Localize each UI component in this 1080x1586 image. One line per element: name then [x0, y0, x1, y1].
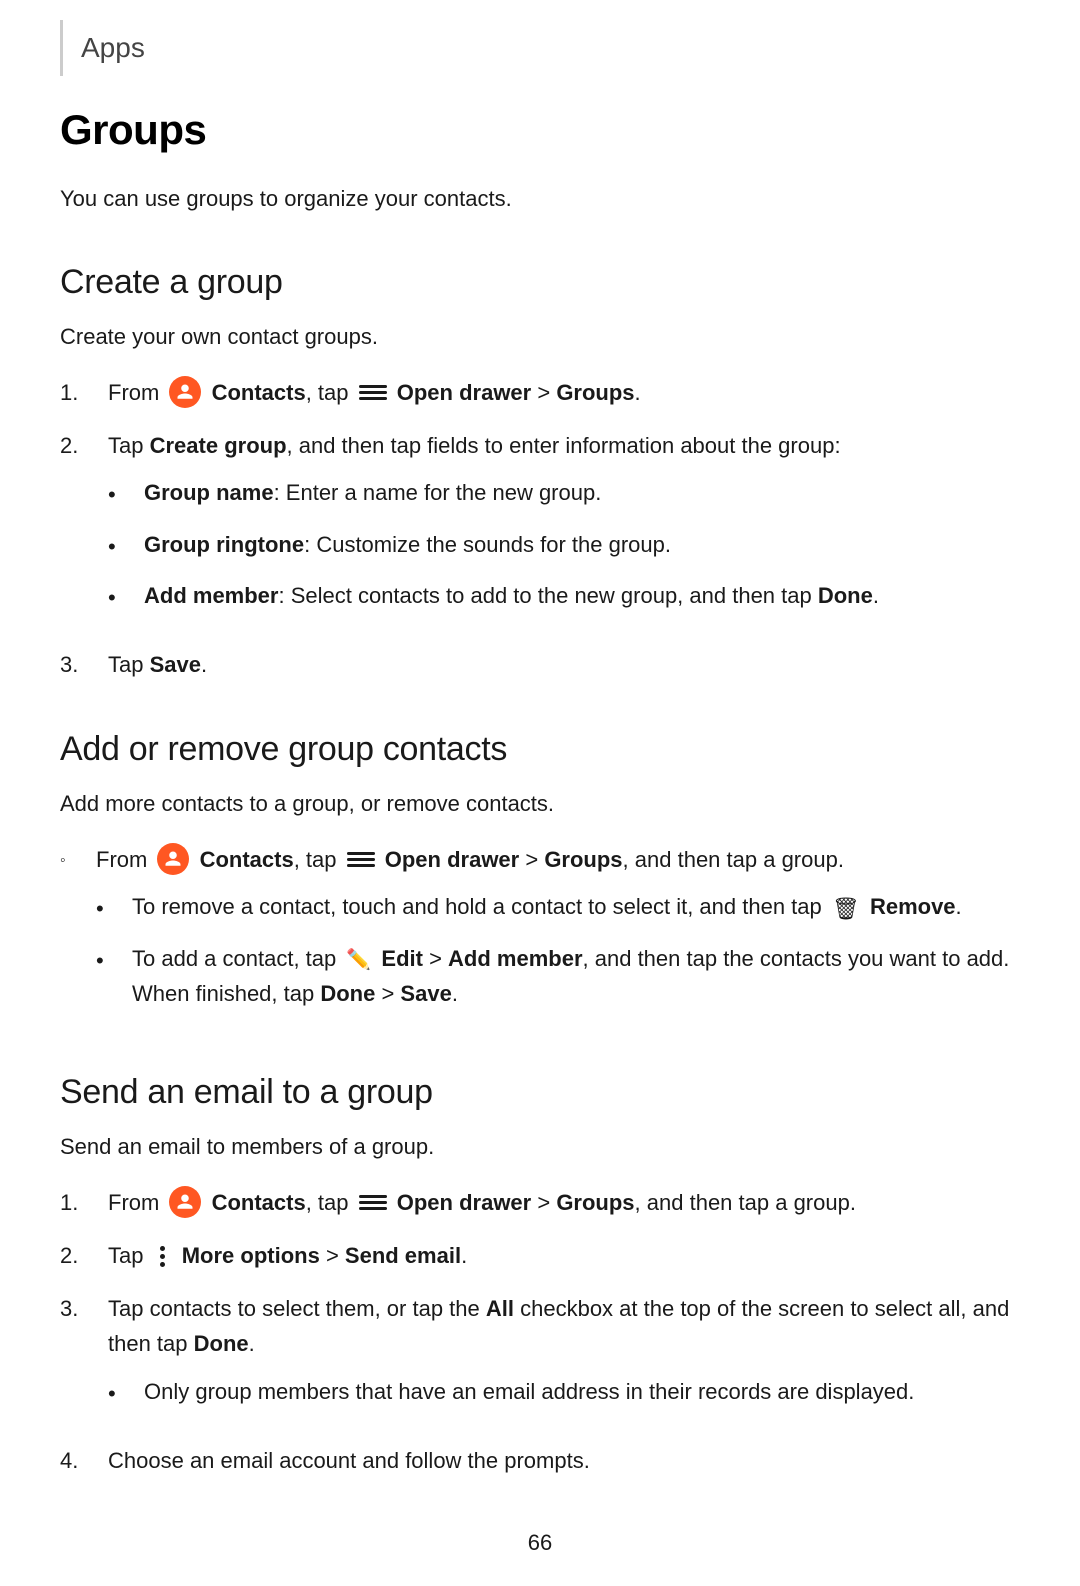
email-step-2: 2. Tap More options > Send email. — [60, 1238, 1020, 1273]
done-label-2: Done — [320, 981, 375, 1006]
open-drawer-label-2: Open drawer — [385, 847, 519, 872]
done-label-3: Done — [194, 1331, 249, 1356]
contacts-label-1: Contacts — [212, 380, 306, 405]
email-step-2-number: 2. — [60, 1238, 108, 1273]
page-container: Apps Groups You can use groups to organi… — [0, 20, 1080, 1586]
section-create-group: Create a group Create your own contact g… — [60, 263, 1020, 682]
circle-content-1: From Contacts, tap Open drawer > Groups,… — [96, 842, 1020, 1025]
email-step-1-content: From Contacts, tap Open drawer > Groups,… — [108, 1185, 1020, 1220]
bullet-content-6: Only group members that have an email ad… — [144, 1374, 1020, 1409]
step-2-content: Tap Create group, and then tap fields to… — [108, 428, 1020, 629]
email-step-4-number: 4. — [60, 1443, 108, 1478]
send-email-steps: 1. From Contacts, tap Open drawer > Gro — [60, 1185, 1020, 1478]
bullet-add-member: • Add member: Select contacts to add to … — [108, 578, 1020, 615]
add-remove-circle-item: ◦ From Contacts, tap Open drawer > Group… — [60, 842, 1020, 1025]
done-label-1: Done — [818, 583, 873, 608]
email-step-2-content: Tap More options > Send email. — [108, 1238, 1020, 1273]
bullet-group-ringtone: • Group ringtone: Customize the sounds f… — [108, 527, 1020, 564]
section-intro-send-email: Send an email to members of a group. — [60, 1130, 1020, 1163]
email-step-3: 3. Tap contacts to select them, or tap t… — [60, 1291, 1020, 1425]
groups-label-2: Groups — [544, 847, 622, 872]
bullet-content-2: Group ringtone: Customize the sounds for… — [144, 527, 1020, 562]
add-member-label-2: Add member — [448, 946, 582, 971]
page-title: Groups — [60, 106, 1020, 154]
step-1: 1. From Contacts, tap Open drawer > Gro — [60, 375, 1020, 410]
groups-label-3: Groups — [556, 1190, 634, 1215]
section-intro-create: Create your own contact groups. — [60, 320, 1020, 353]
section-add-remove: Add or remove group contacts Add more co… — [60, 730, 1020, 1025]
email-step-3-bullets: • Only group members that have an email … — [108, 1374, 1020, 1411]
bullet-content-1: Group name: Enter a name for the new gro… — [144, 475, 1020, 510]
section-heading-create: Create a group — [60, 263, 1020, 302]
bullet-dot-5: • — [96, 941, 132, 978]
save-label-1: Save — [150, 652, 201, 677]
email-step-1-number: 1. — [60, 1185, 108, 1220]
step-1-number: 1. — [60, 375, 108, 410]
circle-dot-1: ◦ — [60, 842, 96, 874]
email-step-3-number: 3. — [60, 1291, 108, 1326]
email-step-1: 1. From Contacts, tap Open drawer > Gro — [60, 1185, 1020, 1220]
section-intro-add-remove: Add more contacts to a group, or remove … — [60, 787, 1020, 820]
contacts-icon-1 — [169, 376, 201, 408]
step-3-number: 3. — [60, 647, 108, 682]
email-step-4: 4. Choose an email account and follow th… — [60, 1443, 1020, 1478]
contacts-label-2: Contacts — [200, 847, 294, 872]
step-2-bullets: • Group name: Enter a name for the new g… — [108, 475, 1020, 615]
step-2: 2. Tap Create group, and then tap fields… — [60, 428, 1020, 629]
open-drawer-label-3: Open drawer — [397, 1190, 531, 1215]
bullet-add-contact: • To add a contact, tap ✏️ Edit > Add me… — [96, 941, 1020, 1011]
bullet-content-5: To add a contact, tap ✏️ Edit > Add memb… — [132, 941, 1020, 1011]
page-number: 66 — [0, 1530, 1080, 1556]
menu-icon-2 — [347, 848, 375, 870]
all-label: All — [486, 1296, 514, 1321]
save-label-2: Save — [400, 981, 451, 1006]
more-options-label: More options — [182, 1243, 320, 1268]
edit-icon: ✏️ — [346, 944, 371, 976]
apps-label: Apps — [81, 32, 145, 63]
section-heading-send-email: Send an email to a group — [60, 1073, 1020, 1112]
create-group-steps: 1. From Contacts, tap Open drawer > Gro — [60, 375, 1020, 682]
menu-icon-3 — [359, 1191, 387, 1213]
menu-icon-1 — [359, 381, 387, 403]
add-member-label: Add member — [144, 583, 278, 608]
bullet-dot-1: • — [108, 475, 144, 512]
contacts-icon-2 — [157, 843, 189, 875]
contacts-icon-3 — [169, 1186, 201, 1218]
bullet-dot-2: • — [108, 527, 144, 564]
email-step-3-content: Tap contacts to select them, or tap the … — [108, 1291, 1020, 1425]
section-send-email: Send an email to a group Send an email t… — [60, 1073, 1020, 1478]
bullet-dot-4: • — [96, 889, 132, 926]
bullet-dot-3: • — [108, 578, 144, 615]
remove-label: Remove — [870, 894, 956, 919]
bullet-remove-contact: • To remove a contact, touch and hold a … — [96, 889, 1020, 926]
main-content: Groups You can use groups to organize yo… — [0, 106, 1080, 1586]
email-step-4-content: Choose an email account and follow the p… — [108, 1443, 1020, 1478]
bullet-email-note: • Only group members that have an email … — [108, 1374, 1020, 1411]
bullet-content-3: Add member: Select contacts to add to th… — [144, 578, 1020, 613]
add-remove-bullets: • To remove a contact, touch and hold a … — [96, 889, 1020, 1011]
open-drawer-label-1: Open drawer — [397, 380, 531, 405]
group-ringtone-label: Group ringtone — [144, 532, 304, 557]
bullet-content-4: To remove a contact, touch and hold a co… — [132, 889, 1020, 926]
group-name-label: Group name — [144, 480, 274, 505]
create-group-label: Create group — [150, 433, 287, 458]
step-2-number: 2. — [60, 428, 108, 463]
bullet-group-name: • Group name: Enter a name for the new g… — [108, 475, 1020, 512]
intro-text: You can use groups to organize your cont… — [60, 182, 1020, 215]
section-heading-add-remove: Add or remove group contacts — [60, 730, 1020, 769]
trash-icon: 🗑 — [832, 891, 860, 926]
step-1-content: From Contacts, tap Open drawer > Groups. — [108, 375, 1020, 410]
send-email-label: Send email — [345, 1243, 461, 1268]
breadcrumb: Apps — [60, 20, 1020, 76]
groups-label-1: Groups — [556, 380, 634, 405]
step-3-content: Tap Save. — [108, 647, 1020, 682]
step-3: 3. Tap Save. — [60, 647, 1020, 682]
edit-label: Edit — [381, 946, 423, 971]
contacts-label-3: Contacts — [212, 1190, 306, 1215]
bullet-dot-6: • — [108, 1374, 144, 1411]
dots-icon — [152, 1243, 174, 1269]
